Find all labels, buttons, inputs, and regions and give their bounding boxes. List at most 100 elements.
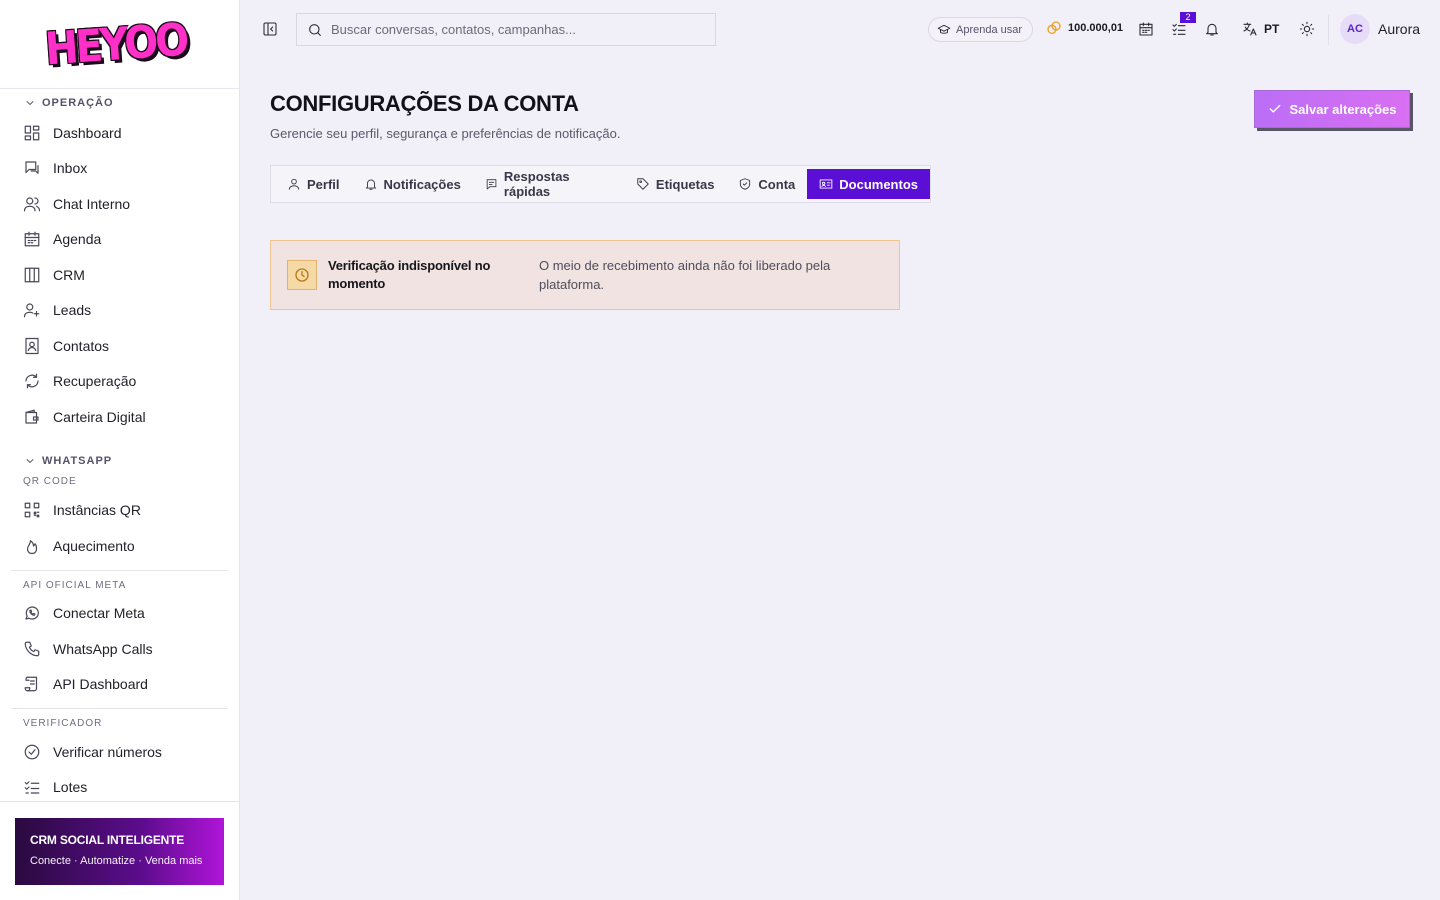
search-input[interactable] — [331, 22, 691, 37]
learn-button[interactable]: Aprenda usar — [928, 17, 1034, 42]
sidebar-item-label: Contatos — [53, 337, 110, 354]
flame-icon — [26, 539, 38, 554]
coins-value: 100.000,01 — [1068, 22, 1124, 34]
section-operacao[interactable]: OPERAÇÃO — [0, 91, 239, 115]
sidebar-item-label: Inbox — [53, 160, 88, 177]
avatar: AC — [1340, 14, 1370, 44]
sidebar-item-label: CRM — [53, 266, 85, 283]
sidebar-item-lotes[interactable]: Lotes — [0, 770, 239, 803]
language-selector[interactable]: PT — [1242, 21, 1279, 37]
sidebar-item-carteira-digital[interactable]: Carteira Digital — [0, 399, 239, 435]
tab-perfil[interactable]: Perfil — [275, 169, 352, 199]
user-plus-icon — [23, 303, 40, 318]
sidebar-item-aquecimento[interactable]: Aquecimento — [0, 528, 239, 564]
graduation-cap-icon — [937, 24, 951, 34]
sidebar-item-label: Chat Interno — [53, 195, 131, 212]
alert-icon-box — [287, 260, 317, 290]
sidebar-item-whatsapp-calls[interactable]: WhatsApp Calls — [0, 631, 239, 667]
theme-toggle-icon[interactable] — [1299, 21, 1315, 37]
tab-label: Etiquetas — [655, 176, 715, 192]
dashboard-icon — [24, 125, 40, 141]
promo-banner[interactable]: CRM SOCIAL INTELIGENTE Conecte · Automat… — [15, 818, 224, 885]
tab-label: Conta — [758, 176, 796, 192]
sidebar-item-label: Instâncias QR — [53, 502, 141, 519]
sidebar-item-dashboard[interactable]: Dashboard — [0, 115, 239, 151]
sidebar-item-recuperacao[interactable]: Recuperação — [0, 364, 239, 400]
list-check-icon — [24, 781, 40, 794]
users-icon — [23, 197, 41, 212]
sidebar-item-label: Recuperação — [53, 373, 137, 390]
whatsapp-icon — [25, 606, 39, 620]
translate-icon — [1243, 22, 1257, 36]
tab-etiquetas[interactable]: Etiquetas — [624, 169, 727, 199]
alert-description: O meio de recebimento ainda não foi libe… — [539, 258, 831, 292]
contact-book-icon — [25, 337, 39, 354]
sidebar-item-label: Agenda — [53, 231, 102, 248]
bell-icon[interactable] — [1204, 21, 1220, 37]
calendar-icon — [24, 231, 40, 247]
alert-title: Verificação indisponível no momento — [328, 258, 491, 291]
sidebar-item-contatos[interactable]: Contatos — [0, 328, 239, 364]
promo-subtitle: Conecte · Automatize · Venda mais — [30, 855, 203, 867]
save-label: Salvar alterações — [1289, 101, 1397, 117]
save-button[interactable]: Salvar alterações — [1254, 90, 1410, 128]
tab-conta[interactable]: Conta — [726, 169, 807, 199]
coins-icon — [1047, 21, 1061, 34]
sidebar-item-conectar-meta[interactable]: Conectar Meta — [0, 596, 239, 632]
refresh-icon — [25, 373, 39, 389]
sidebar-item-label: Carteira Digital — [53, 408, 146, 425]
sidebar-collapse-icon[interactable] — [262, 21, 278, 37]
scroll-icon — [24, 676, 38, 692]
tab-label: Notificações — [383, 176, 461, 192]
section-whatsapp[interactable]: WHATSAPP — [0, 449, 239, 473]
calendar-icon[interactable] — [1138, 21, 1154, 37]
clock-icon — [295, 268, 309, 282]
section-title: WHATSAPP — [42, 454, 113, 467]
divider — [1328, 15, 1329, 45]
sidebar-item-inbox[interactable]: Inbox — [0, 151, 239, 187]
chevron-down-icon — [26, 458, 34, 463]
language-label: PT — [1264, 22, 1280, 36]
inbox-icon — [25, 161, 39, 175]
sidebar-item-label: Verificar números — [53, 743, 162, 760]
tasks-icon[interactable] — [1171, 21, 1187, 37]
user-name: Aurora — [1378, 21, 1421, 37]
divider — [11, 708, 228, 709]
sidebar-item-instancias-qr[interactable]: Instâncias QR — [0, 493, 239, 529]
divider — [0, 801, 239, 802]
brand-logo[interactable]: HEYOO — [43, 14, 188, 75]
sidebar-item-label: API Dashboard — [53, 676, 148, 693]
sidebar-item-leads[interactable]: Leads — [0, 293, 239, 329]
sidebar-nav: OPERAÇÃO Dashboard Inbox Chat Interno Ag… — [0, 90, 239, 802]
tab-label: Documentos — [839, 176, 918, 192]
tab-documentos[interactable]: Documentos — [807, 169, 930, 199]
wallet-icon — [25, 409, 39, 424]
sidebar-item-chat-interno[interactable]: Chat Interno — [0, 186, 239, 222]
sidebar-item-crm[interactable]: CRM — [0, 257, 239, 293]
learn-label: Aprenda usar — [956, 23, 1023, 36]
subsection-qr-code: QR CODE — [23, 475, 77, 487]
qr-code-icon — [24, 502, 40, 518]
tab-notificacoes[interactable]: Notificações — [352, 169, 473, 199]
sidebar: HEYOO OPERAÇÃO Dashboard Inbox Chat Inte… — [0, 0, 240, 900]
sidebar-item-label: Aquecimento — [53, 537, 135, 554]
coins-balance[interactable]: 100.000,01 — [1046, 20, 1123, 36]
chevron-down-icon — [26, 101, 34, 105]
sidebar-item-label: Leads — [53, 302, 92, 319]
tab-respostas-rapidas[interactable]: Respostas rápidas — [473, 169, 624, 199]
phone-icon — [24, 641, 40, 657]
sidebar-item-agenda[interactable]: Agenda — [0, 222, 239, 258]
tab-label: Perfil — [307, 176, 340, 192]
message-icon — [486, 179, 497, 190]
page-title: CONFIGURAÇÕES DA CONTA — [270, 91, 579, 116]
promo-title: CRM SOCIAL INTELIGENTE — [30, 833, 185, 847]
columns-icon — [24, 267, 40, 283]
user-menu[interactable]: AC Aurora — [1340, 14, 1420, 44]
subsection-verificador: VERIFICADOR — [23, 718, 103, 729]
search-bar[interactable] — [296, 13, 716, 46]
sidebar-item-verificar-numeros[interactable]: Verificar números — [0, 734, 239, 770]
shield-icon — [740, 178, 751, 190]
sidebar-item-api-dashboard[interactable]: API Dashboard — [0, 667, 239, 703]
subsection-api-oficial-meta: API OFICIAL META — [23, 579, 127, 591]
page-subtitle: Gerencie seu perfil, segurança e preferê… — [270, 126, 621, 141]
